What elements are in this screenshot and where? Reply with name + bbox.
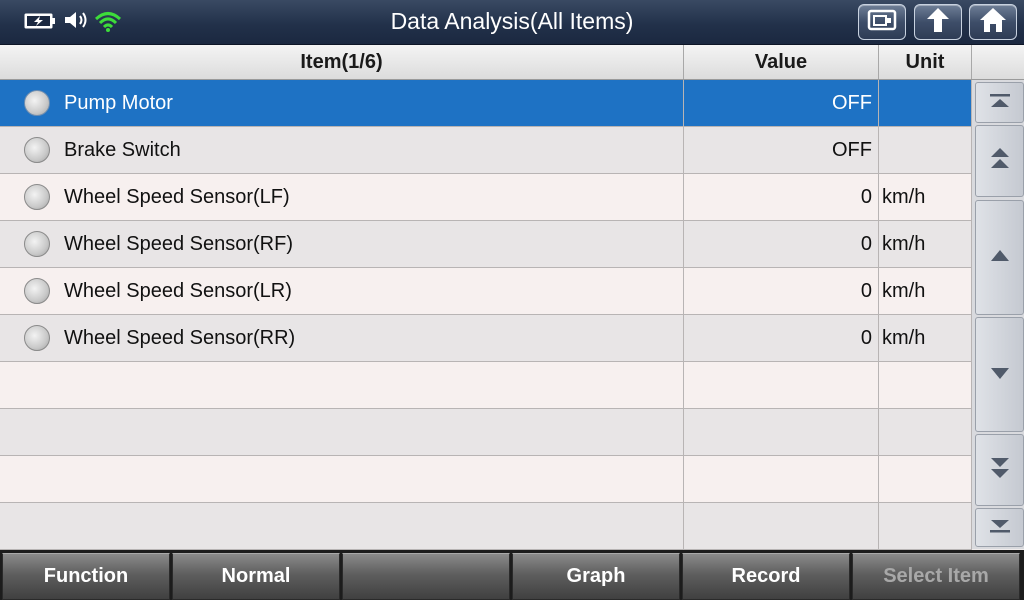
column-header-value: Value <box>684 45 879 79</box>
item-unit <box>879 127 972 173</box>
scroll-down-button[interactable] <box>975 317 1024 432</box>
title-bar: Data Analysis(All Items) <box>0 0 1024 45</box>
radio-icon[interactable] <box>24 325 50 351</box>
item-unit: km/h <box>879 315 972 361</box>
item-unit <box>879 80 972 126</box>
scroll-down-icon <box>988 364 1012 386</box>
item-value: 0 <box>684 315 879 361</box>
radio-icon[interactable] <box>24 90 50 116</box>
empty-row <box>0 409 972 456</box>
item-name: Wheel Speed Sensor(RF) <box>64 232 293 255</box>
item-unit: km/h <box>879 174 972 220</box>
item-unit: km/h <box>879 221 972 267</box>
column-header-unit: Unit <box>879 45 972 79</box>
home-button[interactable] <box>969 4 1017 40</box>
report-icon <box>867 8 897 36</box>
table-row[interactable]: Wheel Speed Sensor(LR) 0 km/h <box>0 268 972 315</box>
item-name: Wheel Speed Sensor(LF) <box>64 185 290 208</box>
radio-icon[interactable] <box>24 184 50 210</box>
empty-row <box>0 456 972 503</box>
scroll-page-down-button[interactable] <box>975 434 1024 506</box>
report-button[interactable] <box>858 4 906 40</box>
table-row[interactable]: Wheel Speed Sensor(RR) 0 km/h <box>0 315 972 362</box>
table-row[interactable]: Wheel Speed Sensor(LF) 0 km/h <box>0 174 972 221</box>
record-button[interactable]: Record <box>682 553 850 600</box>
blank-button[interactable] <box>342 553 510 600</box>
function-button[interactable]: Function <box>2 553 170 600</box>
home-icon <box>978 6 1008 38</box>
data-table: Item(1/6) Value Unit Pump Motor OFF Brak… <box>0 45 972 550</box>
scroll-header-blank <box>972 45 1024 80</box>
scroll-last-icon <box>988 517 1012 539</box>
scroll-last-button[interactable] <box>975 508 1024 547</box>
scroll-first-button[interactable] <box>975 82 1024 123</box>
scroll-up-icon <box>988 247 1012 269</box>
radio-icon[interactable] <box>24 137 50 163</box>
empty-row <box>0 362 972 409</box>
radio-icon[interactable] <box>24 278 50 304</box>
item-name: Wheel Speed Sensor(LR) <box>64 279 292 302</box>
radio-icon[interactable] <box>24 231 50 257</box>
item-value: OFF <box>684 80 879 126</box>
back-button[interactable] <box>914 4 962 40</box>
scroll-page-down-icon <box>988 455 1012 485</box>
item-value: 0 <box>684 268 879 314</box>
scroll-up-button[interactable] <box>975 200 1024 315</box>
column-header-item: Item(1/6) <box>0 45 684 79</box>
table-row[interactable]: Wheel Speed Sensor(RF) 0 km/h <box>0 221 972 268</box>
scroll-first-icon <box>988 92 1012 114</box>
item-value: 0 <box>684 174 879 220</box>
bottom-toolbar: Function Normal Graph Record Select Item <box>0 550 1024 600</box>
graph-button[interactable]: Graph <box>512 553 680 600</box>
scroll-controls <box>972 80 1024 549</box>
table-header: Item(1/6) Value Unit <box>0 45 972 80</box>
select-item-button[interactable]: Select Item <box>852 553 1020 600</box>
normal-button[interactable]: Normal <box>172 553 340 600</box>
item-name: Wheel Speed Sensor(RR) <box>64 326 296 349</box>
item-name: Pump Motor <box>64 91 173 114</box>
empty-row <box>0 503 972 550</box>
table-row[interactable]: Pump Motor OFF <box>0 80 972 127</box>
item-name: Brake Switch <box>64 138 181 161</box>
scroll-page-up-button[interactable] <box>975 125 1024 197</box>
item-value: 0 <box>684 221 879 267</box>
scroll-page-up-icon <box>988 146 1012 176</box>
back-arrow-icon <box>923 6 953 38</box>
item-unit: km/h <box>879 268 972 314</box>
table-row[interactable]: Brake Switch OFF <box>0 127 972 174</box>
item-value: OFF <box>684 127 879 173</box>
